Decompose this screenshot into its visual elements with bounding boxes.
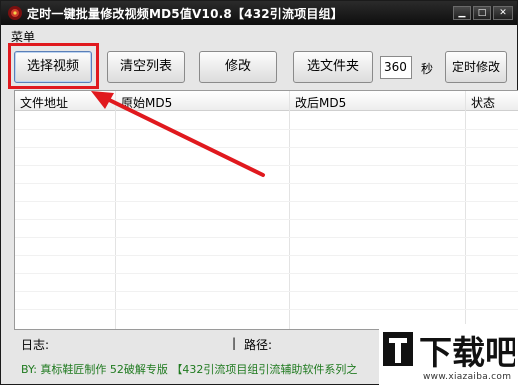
- column-header-original-md5[interactable]: 原始MD5: [121, 94, 172, 111]
- seconds-unit-label: 秒: [421, 62, 434, 76]
- row-line: [15, 273, 518, 274]
- log-label: 日志:: [21, 338, 50, 352]
- modify-button[interactable]: 修改: [199, 51, 277, 83]
- file-table[interactable]: 文件地址 原始MD5 改后MD5 状态: [14, 90, 518, 330]
- row-line: [15, 237, 518, 238]
- window-title: 定时一键批量修改视频MD5值V10.8【432引流项目组】: [27, 7, 343, 21]
- watermark: 下载吧 www.xiazaiba.com: [379, 324, 518, 385]
- footer-credits: BY: 真标鞋匠制作 52破解专版 【432引流项目组引流辅助软件系列之: [21, 363, 358, 376]
- row-line: [15, 183, 518, 184]
- column-divider: [115, 91, 116, 329]
- column-divider: [289, 91, 290, 329]
- row-line: [15, 291, 518, 292]
- column-divider: [465, 91, 466, 329]
- title-bar[interactable]: 定时一键批量修改视频MD5值V10.8【432引流项目组】 ▁ □ ✕: [1, 1, 517, 25]
- clear-list-button[interactable]: 清空列表: [107, 51, 185, 83]
- row-line: [15, 147, 518, 148]
- maximize-icon[interactable]: □: [473, 6, 491, 20]
- path-label: 路径:: [244, 338, 273, 352]
- minimize-icon[interactable]: ▁: [453, 6, 471, 20]
- watermark-logo: 下载吧: [383, 332, 515, 370]
- status-separator: |: [232, 336, 237, 350]
- column-header-status[interactable]: 状态: [471, 94, 495, 111]
- column-header-modified-md5[interactable]: 改后MD5: [295, 94, 346, 111]
- select-folder-button[interactable]: 选文件夹: [293, 51, 373, 83]
- seconds-input[interactable]: 360: [380, 56, 412, 79]
- app-icon: [8, 6, 22, 20]
- app-window: 定时一键批量修改视频MD5值V10.8【432引流项目组】 ▁ □ ✕ 菜单 选…: [0, 0, 518, 385]
- close-icon[interactable]: ✕: [493, 6, 513, 20]
- table-header: 文件地址 原始MD5 改后MD5 状态: [15, 91, 518, 111]
- row-line: [15, 129, 518, 130]
- row-line: [15, 165, 518, 166]
- row-line: [15, 309, 518, 310]
- column-header-file-path[interactable]: 文件地址: [20, 94, 68, 111]
- row-line: [15, 219, 518, 220]
- row-line: [15, 255, 518, 256]
- row-line: [15, 201, 518, 202]
- timed-modify-button[interactable]: 定时修改: [445, 51, 507, 83]
- watermark-url: www.xiazaiba.com: [423, 372, 512, 382]
- watermark-logo-text: 下载吧: [419, 333, 515, 370]
- menu-bar: 菜单: [1, 25, 517, 44]
- highlight-box: [8, 43, 99, 89]
